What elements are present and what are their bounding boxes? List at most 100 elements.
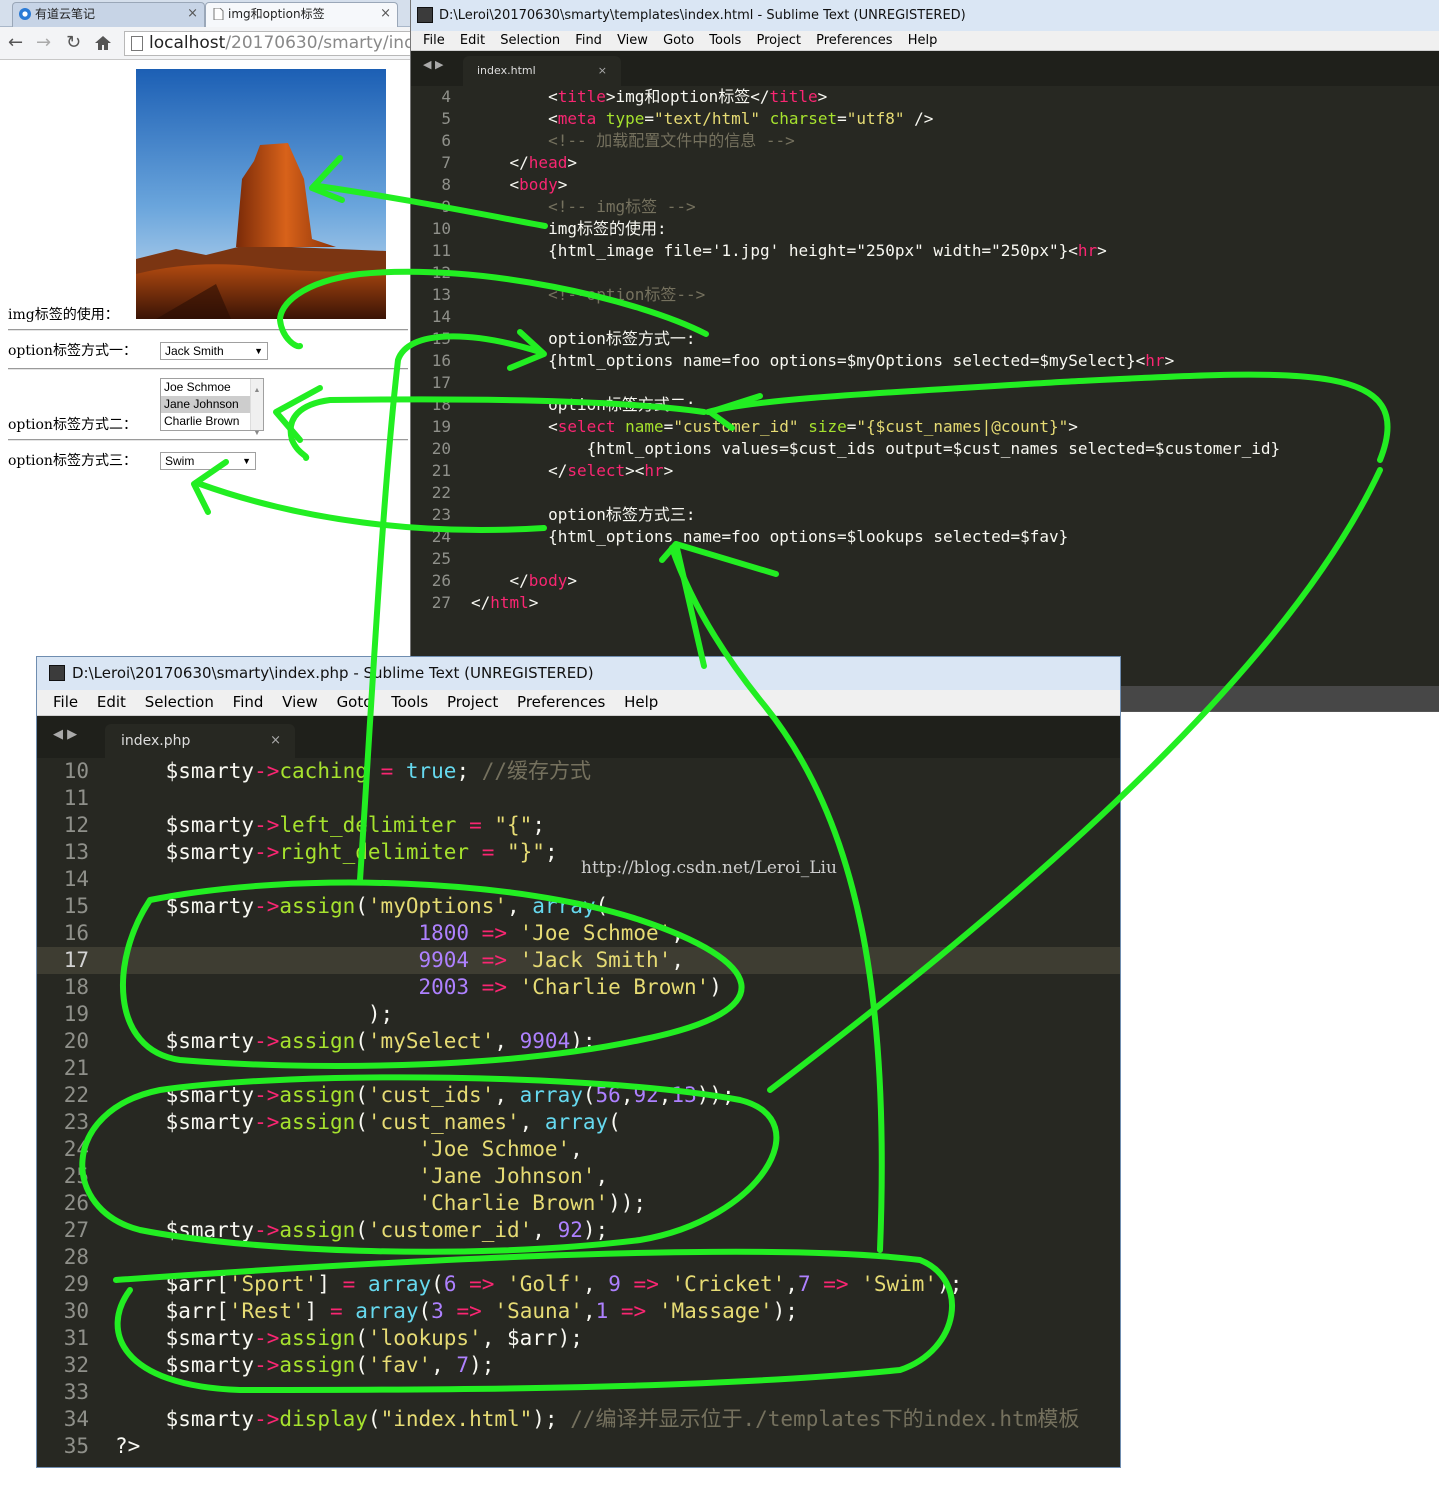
code-line[interactable]: 16 {html_options name=foo options=$myOpt… [411,350,1439,372]
code-text[interactable]: option标签方式三: [471,504,695,526]
menu-view[interactable]: View [282,690,318,715]
back-arrow-icon[interactable]: ← [8,33,23,53]
code-text[interactable]: $smarty->caching = true; //缓存方式 [115,758,591,785]
tab-nav-arrows-icon[interactable]: ◀ ▶ [423,58,443,71]
menu-project[interactable]: Project [756,31,800,50]
code-text[interactable]: 9904 => 'Jack Smith', [115,947,684,974]
menu-goto[interactable]: Goto [663,31,694,50]
tab-close-icon[interactable]: × [187,3,198,25]
code-line[interactable]: 29 $arr['Sport'] = array(6 => 'Golf', 9 … [37,1271,1120,1298]
option1-select[interactable]: Jack Smith ▼ [160,342,268,360]
editor-tab-index-html[interactable]: index.html × [463,56,621,86]
menu-view[interactable]: View [617,31,648,50]
code-line[interactable]: 17 9904 => 'Jack Smith', [37,947,1120,974]
listbox-option-selected[interactable]: Jane Johnson [161,396,263,413]
listbox-option[interactable]: Joe Schmoe [161,379,263,396]
menu-tools[interactable]: Tools [709,31,741,50]
option3-select[interactable]: Swim ▼ [160,452,256,470]
code-line[interactable]: 18 option标签方式二: [411,394,1439,416]
code-line[interactable]: 26 </body> [411,570,1439,592]
code-line[interactable]: 26 'Charlie Brown')); [37,1190,1120,1217]
code-text[interactable]: $smarty->assign('cust_ids', array(56,92,… [115,1082,735,1109]
menu-help[interactable]: Help [624,690,658,715]
code-text[interactable]: ?> [115,1433,140,1460]
code-text[interactable]: <select name="customer_id" size="{$cust_… [471,416,1078,438]
code-text[interactable]: $smarty->left_delimiter = "{"; [115,812,545,839]
code-text[interactable]: option标签方式一: [471,328,695,350]
code-text[interactable]: {html_options values=$cust_ids output=$c… [471,438,1281,460]
code-text[interactable]: $smarty->display("index.html"); //编译并显示位… [115,1406,1080,1433]
code-line[interactable]: 25 'Jane Johnson', [37,1163,1120,1190]
code-line[interactable]: 19 ); [37,1001,1120,1028]
code-text[interactable]: </html> [471,592,538,614]
code-text[interactable]: 'Charlie Brown')); [115,1190,646,1217]
code-line[interactable]: 23 $smarty->assign('cust_names', array( [37,1109,1120,1136]
code-text[interactable]: </select><hr> [471,460,673,482]
code-text[interactable]: $smarty->assign('lookups', $arr); [115,1325,583,1352]
code-text[interactable]: <!-- img标签 --> [471,196,696,218]
menu-find[interactable]: Find [575,31,602,50]
code-line[interactable]: 11 [37,785,1120,812]
code-line[interactable]: 15 $smarty->assign('myOptions', array( [37,893,1120,920]
editor-tab-index-php[interactable]: index.php × [105,724,295,758]
code-line[interactable]: 10 img标签的使用: [411,218,1439,240]
code-line[interactable]: 17 [411,372,1439,394]
code-line[interactable]: 7 </head> [411,152,1439,174]
code-line[interactable]: 22 $smarty->assign('cust_ids', array(56,… [37,1082,1120,1109]
menu-file[interactable]: File [53,690,78,715]
code-text[interactable]: {html_options name=foo options=$myOption… [471,350,1174,372]
code-text[interactable]: <!-- 加载配置文件中的信息 --> [471,130,795,152]
code-line[interactable]: 19 <select name="customer_id" size="{$cu… [411,416,1439,438]
code-line[interactable]: 18 2003 => 'Charlie Brown') [37,974,1120,1001]
code-line[interactable]: 28 [37,1244,1120,1271]
menu-find[interactable]: Find [233,690,264,715]
menu-edit[interactable]: Edit [97,690,126,715]
code-text[interactable]: ); [115,1001,393,1028]
option2-listbox[interactable]: Joe Schmoe Jane Johnson Charlie Brown ▲ ▼ [160,378,264,437]
code-text[interactable]: <title>img和option标签</title> [471,86,827,108]
code-text[interactable]: 2003 => 'Charlie Brown') [115,974,722,1001]
code-text[interactable]: option标签方式二: [471,394,695,416]
code-line[interactable]: 27 $smarty->assign('customer_id', 92); [37,1217,1120,1244]
code-text[interactable]: </head> [471,152,577,174]
code-line[interactable]: 5 <meta type="text/html" charset="utf8" … [411,108,1439,130]
code-line[interactable]: 15 option标签方式一: [411,328,1439,350]
code-line[interactable]: 23 option标签方式三: [411,504,1439,526]
code-line[interactable]: 32 $smarty->assign('fav', 7); [37,1352,1120,1379]
code-line[interactable]: 20 $smarty->assign('mySelect', 9904); [37,1028,1120,1055]
menu-preferences[interactable]: Preferences [816,31,892,50]
code-text[interactable]: $smarty->assign('customer_id', 92); [115,1217,609,1244]
code-text[interactable]: <!--option标签--> [471,284,705,306]
code-line[interactable]: 35 ?> [37,1433,1120,1460]
menu-file[interactable]: File [423,31,445,50]
code-text[interactable]: $smarty->assign('mySelect', 9904); [115,1028,596,1055]
code-line[interactable]: 14 [37,866,1120,893]
menu-help[interactable]: Help [908,31,938,50]
code-line[interactable]: 24 'Joe Schmoe', [37,1136,1120,1163]
menu-selection[interactable]: Selection [500,31,560,50]
code-text[interactable]: $arr['Sport'] = array(6 => 'Golf', 9 => … [115,1271,963,1298]
code-line[interactable]: 33 [37,1379,1120,1406]
code-text[interactable]: <meta type="text/html" charset="utf8" /> [471,108,933,130]
code-line[interactable]: 20 {html_options values=$cust_ids output… [411,438,1439,460]
tab-close-icon[interactable]: × [598,56,607,86]
listbox-scrollbar[interactable]: ▲ ▼ [250,379,263,437]
address-bar[interactable]: localhost/20170630/smarty/index [124,31,424,56]
code-text[interactable]: $arr['Rest'] = array(3 => 'Sauna',1 => '… [115,1298,798,1325]
menu-tools[interactable]: Tools [391,690,428,715]
code-line[interactable]: 16 1800 => 'Joe Schmoe', [37,920,1120,947]
code-text[interactable]: <body> [471,174,568,196]
code-line[interactable]: 31 $smarty->assign('lookups', $arr); [37,1325,1120,1352]
code-text[interactable]: 1800 => 'Joe Schmoe', [115,920,684,947]
code-line[interactable]: 13 <!--option标签--> [411,284,1439,306]
listbox-option[interactable]: Charlie Brown [161,413,263,430]
code-text[interactable]: 'Jane Johnson', [115,1163,608,1190]
code-text[interactable]: {html_image file='1.jpg' height="250px" … [471,240,1107,262]
code-line[interactable]: 12 $smarty->left_delimiter = "{"; [37,812,1120,839]
menu-preferences[interactable]: Preferences [517,690,605,715]
code-line[interactable]: 21 </select><hr> [411,460,1439,482]
code-text[interactable]: img标签的使用: [471,218,667,240]
menu-goto[interactable]: Goto [337,690,373,715]
code-line[interactable]: 8 <body> [411,174,1439,196]
code-line[interactable]: 6 <!-- 加载配置文件中的信息 --> [411,130,1439,152]
